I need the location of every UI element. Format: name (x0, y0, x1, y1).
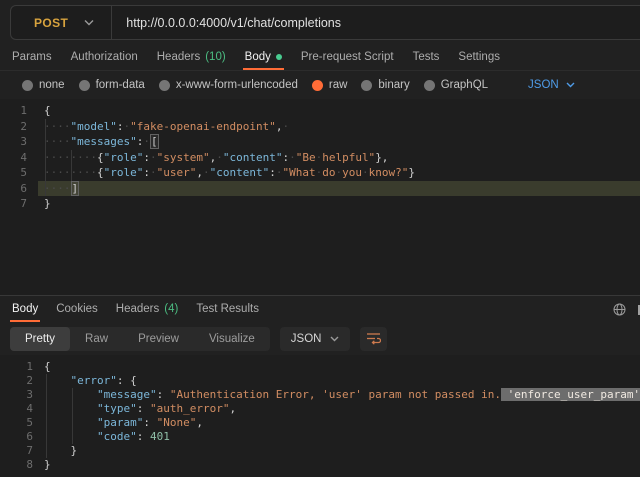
radio-icon (22, 80, 33, 91)
code-line[interactable]: 7} (0, 196, 640, 212)
line-number: 7 (0, 196, 27, 212)
view-raw-button[interactable]: Raw (70, 327, 123, 351)
wrap-text-button[interactable] (360, 327, 387, 351)
tab-params[interactable]: Params (12, 44, 52, 70)
tab-pre-request-script[interactable]: Pre-request Script (301, 44, 394, 70)
body-modified-dot-icon (276, 54, 282, 60)
url-input[interactable]: http://0.0.0.0:4000/v1/chat/completions (112, 16, 341, 30)
url-bar: POST http://0.0.0.0:4000/v1/chat/complet… (10, 5, 640, 40)
line-number: 1 (0, 103, 27, 119)
method-selector[interactable]: POST (11, 16, 68, 30)
radio-none[interactable]: none (22, 79, 65, 91)
chevron-down-icon[interactable] (84, 19, 94, 26)
response-language-select[interactable]: JSON (280, 327, 351, 351)
request-url-bar-section: POST http://0.0.0.0:4000/v1/chat/complet… (0, 0, 640, 44)
request-tabs: Params Authorization Headers(10) Body Pr… (0, 44, 640, 71)
code-line[interactable]: 4········{"role":·"system",·"content":·"… (0, 150, 640, 166)
code-line[interactable]: 7 } (0, 444, 640, 458)
indent-guide (72, 388, 73, 444)
response-body-editor[interactable]: 1{2 "error": {3 "message": "Authenticati… (0, 355, 640, 477)
radio-x-www-form-urlencoded[interactable]: x-www-form-urlencoded (159, 79, 298, 91)
code-line[interactable]: 6····] (0, 181, 640, 197)
response-headers-count: (4) (164, 303, 178, 315)
response-toolbar: Pretty Raw Preview Visualize JSON (0, 322, 640, 355)
radio-selected-icon (312, 80, 323, 91)
line-number: 7 (0, 444, 33, 458)
request-language-select[interactable]: JSON (528, 79, 575, 91)
response-tabs: Body Cookies Headers(4) Test Results (0, 295, 640, 322)
code-line[interactable]: 5········{"role":·"user",·"content":·"Wh… (0, 165, 640, 181)
active-tab-underline (243, 68, 284, 70)
radio-icon (361, 80, 372, 91)
radio-binary[interactable]: binary (361, 79, 409, 91)
line-number: 5 (0, 416, 33, 430)
wrap-text-icon (366, 332, 381, 345)
response-tab-test-results[interactable]: Test Results (196, 296, 259, 322)
view-pretty-button[interactable]: Pretty (10, 327, 70, 351)
radio-icon (79, 80, 90, 91)
headers-count: (10) (205, 51, 225, 63)
radio-icon (424, 80, 435, 91)
radio-raw[interactable]: raw (312, 79, 348, 91)
code-line[interactable]: 3 "message": "Authentication Error, 'use… (0, 388, 640, 402)
active-tab-underline (10, 320, 40, 322)
code-line[interactable]: 8} (0, 458, 640, 472)
response-tab-headers[interactable]: Headers(4) (116, 296, 179, 322)
line-number: 3 (0, 388, 33, 402)
line-number: 2 (0, 374, 33, 388)
code-line[interactable]: 2 "error": { (0, 374, 640, 388)
line-number: 1 (0, 360, 33, 374)
tab-body[interactable]: Body (245, 44, 282, 70)
code-line[interactable]: 2····"model":·"fake-openai-endpoint",· (0, 119, 640, 135)
radio-graphql[interactable]: GraphQL (424, 79, 488, 91)
response-view-switcher: Pretty Raw Preview Visualize (10, 327, 270, 351)
code-line[interactable]: 6 "code": 401 (0, 430, 640, 444)
indent-guide (45, 119, 46, 196)
tab-headers[interactable]: Headers(10) (157, 44, 226, 70)
code-line[interactable]: 1{ (0, 360, 640, 374)
indent-guide (71, 150, 72, 181)
code-line[interactable]: 3····"messages":·[ (0, 134, 640, 150)
response-tab-body[interactable]: Body (12, 296, 38, 322)
code-line[interactable]: 5 "param": "None", (0, 416, 640, 430)
tab-authorization[interactable]: Authorization (71, 44, 138, 70)
line-number: 6 (0, 181, 27, 197)
selected-text: 'enforce_user_param'=True" (501, 388, 640, 401)
line-number: 4 (0, 150, 27, 166)
tab-settings[interactable]: Settings (458, 44, 500, 70)
request-body-editor[interactable]: 1{2····"model":·"fake-openai-endpoint",·… (0, 99, 640, 295)
radio-icon (159, 80, 170, 91)
line-number: 8 (0, 458, 33, 472)
line-number: 3 (0, 134, 27, 150)
body-type-row: none form-data x-www-form-urlencoded raw… (0, 71, 640, 99)
indent-guide (46, 374, 47, 458)
chevron-down-icon (330, 336, 339, 342)
response-tab-cookies[interactable]: Cookies (56, 296, 98, 322)
radio-form-data[interactable]: form-data (79, 79, 145, 91)
chevron-down-icon (566, 82, 575, 88)
code-line[interactable]: 4 "type": "auth_error", (0, 402, 640, 416)
tab-tests[interactable]: Tests (413, 44, 440, 70)
globe-icon[interactable] (613, 303, 626, 316)
line-number: 5 (0, 165, 27, 181)
view-preview-button[interactable]: Preview (123, 327, 194, 351)
view-visualize-button[interactable]: Visualize (194, 327, 270, 351)
line-number: 4 (0, 402, 33, 416)
code-line[interactable]: 1{ (0, 103, 640, 119)
line-number: 6 (0, 430, 33, 444)
line-number: 2 (0, 119, 27, 135)
